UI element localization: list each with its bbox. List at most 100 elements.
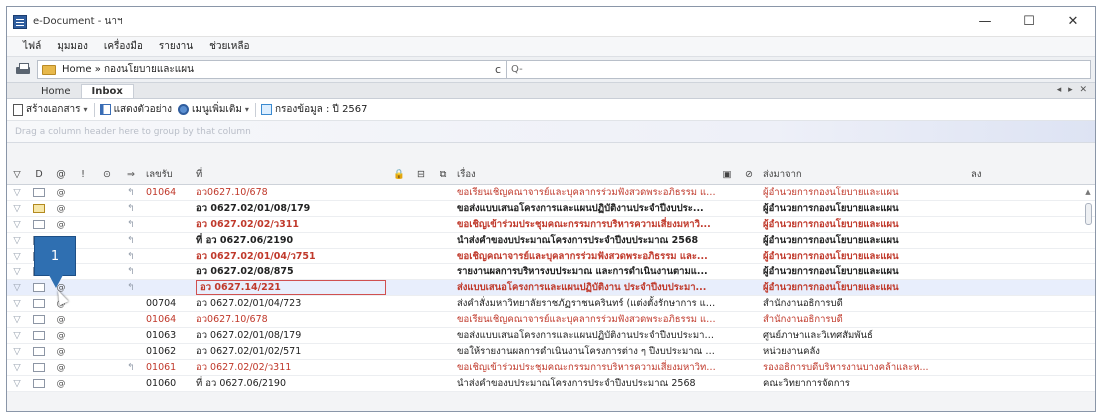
- doc-no-value: อว 0627.02/01/02/571: [196, 345, 302, 357]
- table-row[interactable]: ▽ @ ↰ อว 0627.14/221 ส่งแบบเสนอโครงการและแผน…: [7, 280, 1095, 297]
- create-document-button[interactable]: สร้างเอกสาร ▾: [13, 102, 88, 117]
- envelope-icon: [27, 203, 51, 214]
- flag-icon[interactable]: ▽: [7, 266, 27, 277]
- col-importance-header[interactable]: !: [71, 169, 95, 180]
- flag-icon[interactable]: ▽: [7, 203, 27, 214]
- flag-icon[interactable]: ▽: [7, 219, 27, 230]
- table-row[interactable]: ▽@↰ที่ อว 0627.06/2190นำส่งคำของบประมาณโ…: [7, 233, 1095, 249]
- subject: ขอเชิญเข้าร่วมประชุมคณะกรรมการบริหารความ…: [457, 218, 711, 230]
- col-box-header[interactable]: ⊟: [410, 169, 432, 180]
- col-attachment-header[interactable]: @: [51, 169, 71, 180]
- table-row[interactable]: ▽ @ ↰ 01064 อว0627.10/678 ขอเรียนเชิญคณาจารย์…: [7, 185, 1095, 201]
- attachment-icon: @: [56, 219, 66, 230]
- doc-no: อว 0627.02/01/08/179: [193, 328, 388, 343]
- flag-icon[interactable]: ▽: [7, 362, 27, 373]
- table-row[interactable]: ▽ @ ↰ อว 0627.02/01/08/179 ขอส่งแบบเสนอโครงก…: [7, 201, 1095, 217]
- toolbar-divider: [93, 102, 95, 117]
- envelope-icon: [27, 298, 51, 309]
- table-row[interactable]: ▽ @01062 อว 0627.02/01/02/571 ขอให้รายงานผล…: [7, 344, 1095, 360]
- flag-icon[interactable]: ▽: [7, 314, 27, 325]
- doc-no: อว 0627.02/02/ว311: [193, 360, 388, 375]
- doc-no: ที่ อว 0627.06/2190: [193, 376, 388, 391]
- table-row[interactable]: ▽@↰อว 0627.02/01/04/ว751ขอเชิญคณาจารย์แล…: [7, 249, 1095, 265]
- col-type-header[interactable]: D: [27, 169, 51, 180]
- envelope-icon: [27, 330, 51, 341]
- tab-home[interactable]: Home: [31, 85, 81, 98]
- flag-icon[interactable]: ▽: [7, 298, 27, 309]
- table-row[interactable]: ▽ @01060 ที่ อว 0627.06/2190 นำส่งคำของบประ…: [7, 376, 1095, 392]
- table-row[interactable]: ▽ @ ↰ อว 0627.02/02/ว311 ขอเชิญเข้าร่วมประชุ…: [7, 217, 1095, 233]
- col-doc-no-header[interactable]: ที่: [193, 167, 388, 182]
- subject: ส่งคำสั่งมหาวิทยาลัยราชภัฏราชนครินทร์ (แ…: [457, 298, 716, 310]
- subject: รายงานผลการบริหารงบประมาณ และการดำเนินงา…: [457, 266, 708, 278]
- menu-report[interactable]: รายงาน: [151, 39, 201, 54]
- table-row[interactable]: ▽ @01064 อว0627.10/678 ขอเรียนเชิญคณาจารย์แ…: [7, 312, 1095, 329]
- search-input[interactable]: Q-: [507, 60, 1091, 79]
- col-subject-header[interactable]: เรื่อง: [454, 167, 716, 182]
- subject: ขอส่งแบบเสนอโครงการและแผนปฏิบัติงานประจำ…: [457, 202, 704, 214]
- doc-no-value[interactable]: อว 0627.14/221: [196, 280, 386, 296]
- col-flag-header[interactable]: ▽: [7, 169, 27, 180]
- col-lock-header[interactable]: 🔒: [388, 169, 410, 180]
- address-field[interactable]: Home » กองนโยบายและแผน c: [37, 60, 507, 79]
- window-title: e-Document - นาฯ: [33, 16, 123, 27]
- group-by-area[interactable]: Drag a column header here to group by th…: [7, 121, 1095, 143]
- flag-icon[interactable]: ▽: [7, 346, 27, 357]
- flag-icon[interactable]: ▽: [7, 330, 27, 341]
- subject: ขอส่งแบบเสนอโครงการและแผนปฏิบัติงานประจำ…: [457, 329, 716, 341]
- scrollbar-thumb[interactable]: [1085, 203, 1092, 225]
- sender: ผู้อำนวยการกองนโยบายและแผน: [763, 282, 899, 294]
- menu-tools[interactable]: เครื่องมือ: [96, 39, 151, 54]
- doc-no: อว 0627.02/02/ว311: [193, 217, 388, 232]
- table-row[interactable]: ▽ @ ↰ 01061 อว 0627.02/02/ว311 ขอเชิญเข้าร่วม…: [7, 360, 1095, 376]
- envelope-icon: [27, 378, 51, 389]
- attachment-icon: @: [56, 187, 66, 198]
- tab-nav-controls[interactable]: ◂ ▸ ✕: [1057, 85, 1089, 95]
- col-from-header[interactable]: ส่งมาจาก: [760, 167, 968, 182]
- envelope-icon: [27, 219, 51, 230]
- subject: ขอเชิญเข้าร่วมประชุมคณะกรรมการบริหารความ…: [457, 361, 716, 373]
- table-row[interactable]: ▽ @00704 อว 0627.02/01/04/723 ส่งคำสั่งมหาว…: [7, 296, 1095, 313]
- envelope-icon: [27, 346, 51, 357]
- scroll-up-icon[interactable]: ▲: [1083, 188, 1093, 196]
- filter-button[interactable]: กรองข้อมูล : ปี 2567: [260, 102, 368, 117]
- preview-button[interactable]: แสดงตัวอย่าง: [99, 102, 172, 117]
- flag-icon[interactable]: ▽: [7, 378, 27, 389]
- refresh-icon[interactable]: c: [495, 63, 506, 76]
- flag-icon[interactable]: ▽: [7, 282, 27, 293]
- menu-view[interactable]: มุมมอง: [49, 39, 96, 54]
- col-extra-header[interactable]: ลง: [968, 167, 988, 182]
- forward-icon: ↰: [127, 218, 135, 230]
- tab-inbox[interactable]: Inbox: [80, 84, 134, 98]
- table-row[interactable]: ▽ @01063 อว 0627.02/01/08/179 ขอส่งแบบเสนอโ…: [7, 328, 1095, 344]
- col-mark-header[interactable]: ▣: [716, 169, 738, 180]
- close-button[interactable]: ✕: [1051, 7, 1095, 36]
- doc-no-value: อว 0627.02/01/04/ว751: [196, 250, 316, 262]
- app-window: e-Document - นาฯ — ☐ ✕ ไฟล์ มุมมอง เครื่…: [6, 6, 1096, 412]
- doc-no-value: อว 0627.02/01/08/179: [196, 329, 302, 341]
- attachment-icon: @: [56, 362, 66, 373]
- forward-icon: ↰: [127, 361, 135, 373]
- minimize-button[interactable]: —: [963, 7, 1007, 36]
- menu-file[interactable]: ไฟล์: [15, 39, 49, 54]
- maximize-button[interactable]: ☐: [1007, 7, 1051, 36]
- envelope-icon: [27, 282, 51, 293]
- menu-help[interactable]: ช่วยเหลือ: [201, 39, 257, 54]
- printer-icon[interactable]: [15, 62, 31, 77]
- doc-no: อว 0627.02/01/02/571: [193, 344, 388, 359]
- document-icon: [13, 103, 23, 116]
- flag-icon[interactable]: ▽: [7, 251, 27, 262]
- window-controls: — ☐ ✕: [963, 7, 1095, 36]
- col-forward-header[interactable]: ⇒: [119, 169, 143, 180]
- receive-no: 01062: [146, 345, 177, 357]
- filter-icon: [260, 104, 272, 115]
- flag-icon[interactable]: ▽: [7, 187, 27, 198]
- table-row[interactable]: ▽@↰อว 0627.02/08/875รายงานผลการบริหารงบป…: [7, 264, 1095, 281]
- col-copy-header[interactable]: ⧉: [432, 169, 454, 180]
- col-clock-header[interactable]: ⊘: [738, 169, 760, 180]
- more-menu-button[interactable]: เมนูเพิ่มเติม ▾: [177, 102, 249, 117]
- flag-icon[interactable]: ▽: [7, 235, 27, 246]
- col-receive-no-header[interactable]: เลขรับ: [143, 167, 193, 182]
- col-status-header[interactable]: ⊙: [95, 169, 119, 180]
- address-path: Home » กองนโยบายและแผน: [62, 64, 194, 75]
